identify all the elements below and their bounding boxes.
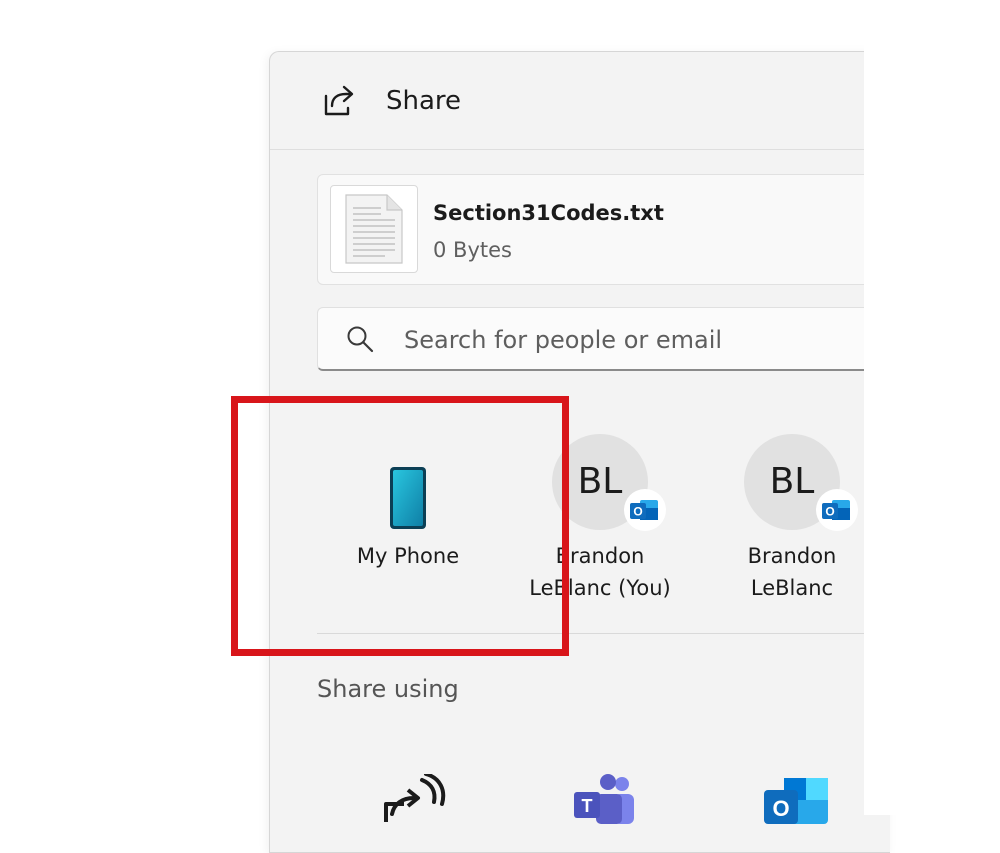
- screenshot-crop-edge: [864, 0, 1000, 815]
- outlook-badge-icon: O: [815, 488, 859, 532]
- svg-text:O: O: [825, 505, 834, 519]
- outlook-icon[interactable]: O: [762, 774, 852, 834]
- target-label: My Phone: [356, 544, 460, 568]
- share-icon: [322, 84, 356, 118]
- search-icon: [346, 325, 374, 353]
- nearby-share-icon[interactable]: [378, 772, 468, 834]
- text-file-icon: [330, 185, 418, 273]
- outlook-badge-icon: O: [623, 488, 667, 532]
- target-label-line1: Brandon: [747, 544, 837, 568]
- teams-icon[interactable]: T: [570, 774, 660, 834]
- target-label-line1: Brandon: [555, 544, 645, 568]
- search-input[interactable]: [402, 321, 886, 359]
- share-target-brandon-leblanc[interactable]: BL O Brandon LeBlanc: [697, 404, 887, 600]
- share-dialog: Share Section31Codes.txt 0 Bytes Search …: [269, 51, 890, 853]
- divider: [317, 633, 890, 634]
- file-card: Section31Codes.txt 0 Bytes: [317, 174, 890, 285]
- share-using-heading: Share using: [317, 675, 459, 703]
- svg-text:O: O: [633, 505, 642, 519]
- search-box[interactable]: [317, 307, 890, 371]
- share-target-my-phone[interactable]: My Phone: [313, 430, 503, 610]
- share-target-brandon-leblanc-you[interactable]: BL O Brandon LeBlanc (You): [505, 404, 695, 600]
- svg-text:O: O: [772, 796, 789, 821]
- target-label-line2: LeBlanc: [750, 576, 834, 600]
- target-label-line2: LeBlanc (You): [529, 576, 671, 600]
- file-size: 0 Bytes: [433, 238, 512, 262]
- svg-text:T: T: [582, 796, 593, 816]
- dialog-header: Share: [270, 52, 890, 150]
- phone-icon: [388, 466, 428, 534]
- file-name: Section31Codes.txt: [433, 201, 664, 225]
- dialog-title: Share: [386, 86, 462, 116]
